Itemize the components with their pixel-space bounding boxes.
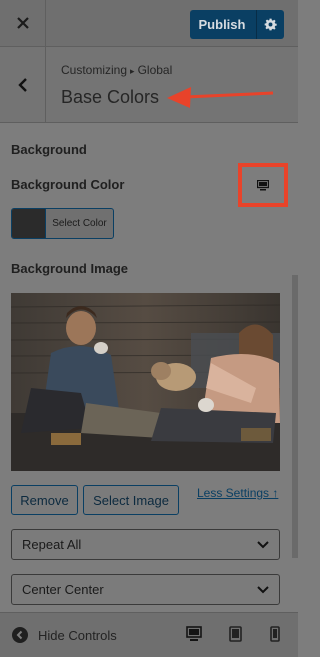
breadcrumb-separator: ▸ <box>130 66 135 76</box>
publish-group: Publish <box>190 10 284 39</box>
hide-controls-label: Hide Controls <box>38 627 117 643</box>
breadcrumb: Customizing ▸ Global <box>61 63 172 77</box>
annotation-arrow-icon <box>167 87 274 108</box>
hide-controls-button[interactable]: Hide Controls <box>12 627 117 643</box>
breadcrumb-parent: Customizing <box>61 63 128 77</box>
tablet-icon <box>229 626 242 642</box>
desktop-icon <box>186 626 202 641</box>
publish-button[interactable]: Publish <box>190 10 256 39</box>
chevron-left-icon <box>17 77 27 92</box>
collapse-icon <box>12 627 28 643</box>
gear-icon <box>264 18 277 31</box>
color-swatch <box>12 209 46 238</box>
close-icon <box>16 17 29 29</box>
publish-settings-button[interactable] <box>256 10 284 39</box>
background-repeat-value: Repeat All <box>22 537 82 552</box>
preview-tablet-button[interactable] <box>229 626 242 647</box>
remove-image-button[interactable]: Remove <box>11 485 78 515</box>
background-image-preview <box>11 293 280 471</box>
background-color-label: Background Color <box>11 177 125 192</box>
customizer-header: Publish <box>0 0 298 47</box>
scrollbar[interactable] <box>292 275 298 558</box>
responsive-toggle-highlight[interactable] <box>238 163 288 207</box>
background-position-select[interactable]: Center Center <box>11 574 280 605</box>
customizer-footer: Hide Controls <box>0 612 298 657</box>
desktop-icon <box>257 179 269 190</box>
close-button[interactable] <box>0 0 46 46</box>
select-color-button[interactable]: Select Color <box>11 208 114 239</box>
select-image-button[interactable]: Select Image <box>83 485 179 515</box>
customizer-panel: Publish Customizing ▸ Global Base Colors B… <box>0 0 298 657</box>
background-position-value: Center Center <box>22 582 104 597</box>
background-image-label: Background Image <box>11 261 129 276</box>
background-heading: Background <box>11 142 87 157</box>
background-repeat-select[interactable]: Repeat All <box>11 529 280 560</box>
preview-desktop-button[interactable] <box>186 626 202 647</box>
back-button[interactable] <box>0 47 46 122</box>
chevron-down-icon <box>257 540 269 548</box>
mobile-icon <box>270 626 280 642</box>
breadcrumb-current: Global <box>137 63 173 77</box>
select-color-label: Select Color <box>52 218 107 229</box>
chevron-down-icon <box>257 585 269 593</box>
less-settings-link[interactable]: Less Settings ↑ <box>197 486 278 500</box>
page-title: Base Colors <box>61 87 160 107</box>
preview-mobile-button[interactable] <box>270 626 280 647</box>
